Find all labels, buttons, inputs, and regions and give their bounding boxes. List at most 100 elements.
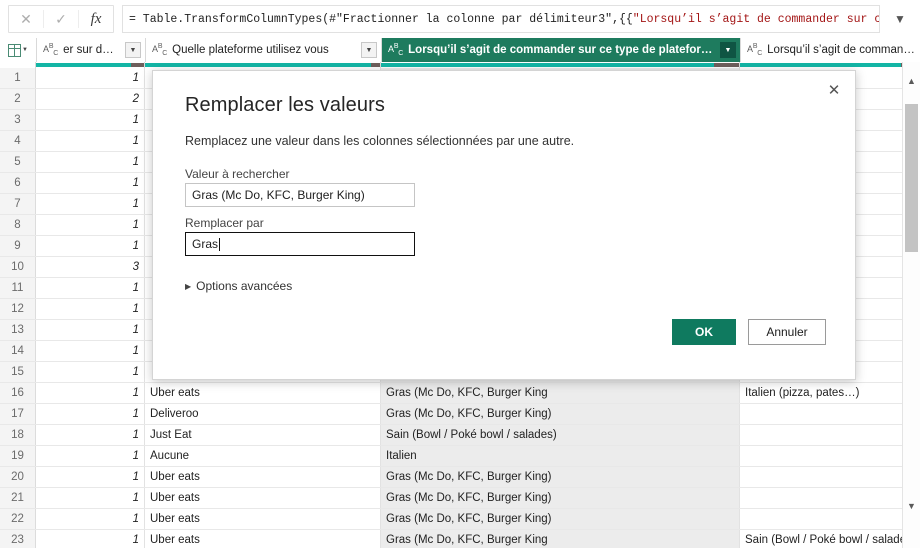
- cell-food-type[interactable]: Gras (Mc Do, KFC, Burger King: [381, 530, 740, 548]
- cell-count[interactable]: 1: [36, 446, 145, 466]
- select-all-table-button[interactable]: ▼: [0, 38, 37, 62]
- row-number: 15: [0, 362, 36, 382]
- table-row[interactable]: 20 1 Uber eats Gras (Mc Do, KFC, Burger Kin…: [0, 467, 903, 488]
- cell-count[interactable]: 1: [36, 215, 145, 235]
- column-header-2[interactable]: ABC Lorsqu’il s’agit de commander sur ce …: [382, 38, 741, 62]
- cell-food-type-2[interactable]: [740, 467, 903, 487]
- cell-platform[interactable]: Uber eats: [145, 383, 381, 403]
- text-type-icon: ABC: [43, 43, 59, 57]
- text-type-icon: ABC: [747, 43, 763, 57]
- cell-count[interactable]: 3: [36, 257, 145, 277]
- row-number: 12: [0, 299, 36, 319]
- cell-food-type[interactable]: Italien: [381, 446, 740, 466]
- dialog-description: Remplacez une valeur dans les colonnes s…: [185, 134, 575, 148]
- cell-count[interactable]: 1: [36, 236, 145, 256]
- table-row[interactable]: 23 1 Uber eats Gras (Mc Do, KFC, Burger Kin…: [0, 530, 903, 548]
- cell-food-type-2[interactable]: [740, 425, 903, 445]
- column-header-0[interactable]: ABC er sur des platef… ▼: [37, 38, 146, 62]
- cell-count[interactable]: 1: [36, 488, 145, 508]
- cell-count[interactable]: 1: [36, 68, 145, 88]
- cell-platform[interactable]: Deliveroo: [145, 404, 381, 424]
- column-header-label: Quelle plateforme utilisez vous: [172, 44, 329, 56]
- text-cursor: [219, 237, 221, 251]
- cell-platform[interactable]: Aucune: [145, 446, 381, 466]
- cell-platform[interactable]: Just Eat: [145, 425, 381, 445]
- formula-input[interactable]: = Table.TransformColumnTypes(#"Fractionn…: [122, 5, 880, 33]
- cell-count[interactable]: 1: [36, 320, 145, 340]
- dialog-title: Remplacer les valeurs: [185, 94, 385, 116]
- cell-food-type[interactable]: Gras (Mc Do, KFC, Burger King): [381, 488, 740, 508]
- cell-count[interactable]: 1: [36, 425, 145, 445]
- table-row[interactable]: 21 1 Uber eats Gras (Mc Do, KFC, Burger Kin…: [0, 488, 903, 509]
- replace-values-dialog: ✕ Remplacer les valeurs Remplacez une va…: [152, 70, 856, 380]
- scrollbar-thumb[interactable]: [905, 104, 918, 252]
- table-row[interactable]: 17 1 Deliveroo Gras (Mc Do, KFC, Burger Kin…: [0, 404, 903, 425]
- cell-food-type[interactable]: Gras (Mc Do, KFC, Burger King): [381, 404, 740, 424]
- row-number: 4: [0, 131, 36, 151]
- cell-count[interactable]: 1: [36, 467, 145, 487]
- table-row[interactable]: 22 1 Uber eats Gras (Mc Do, KFC, Burger Kin…: [0, 509, 903, 530]
- cell-count[interactable]: 2: [36, 89, 145, 109]
- column-header-1[interactable]: ABC Quelle plateforme utilisez vous ▼: [146, 38, 382, 62]
- chevron-down-icon: ▼: [22, 47, 28, 53]
- row-number: 14: [0, 341, 36, 361]
- table-row[interactable]: 16 1 Uber eats Gras (Mc Do, KFC, Burger Kin…: [0, 383, 903, 404]
- cell-food-type-2[interactable]: Italien (pizza, pates…): [740, 383, 903, 403]
- find-value-input[interactable]: Gras (Mc Do, KFC, Burger King): [185, 183, 415, 207]
- quality-error-segment: [713, 63, 739, 67]
- cell-count[interactable]: 1: [36, 362, 145, 382]
- table-row[interactable]: 18 1 Just Eat Sain (Bowl / Poké bowl / sala…: [0, 425, 903, 446]
- row-number: 11: [0, 278, 36, 298]
- cell-food-type[interactable]: Gras (Mc Do, KFC, Burger King: [381, 383, 740, 403]
- cell-count[interactable]: 1: [36, 341, 145, 361]
- cell-count[interactable]: 1: [36, 194, 145, 214]
- cell-platform[interactable]: Uber eats: [145, 530, 381, 548]
- cell-food-type-2[interactable]: Sain (Bowl / Poké bowl / salade: [740, 530, 903, 548]
- cell-count[interactable]: 1: [36, 509, 145, 529]
- column-header-3[interactable]: ABC Lorsqu’il s’agit de commander: [741, 38, 920, 62]
- cancel-x-icon[interactable]: ✕: [9, 6, 43, 32]
- row-number: 13: [0, 320, 36, 340]
- close-icon[interactable]: ✕: [819, 77, 849, 103]
- cell-platform[interactable]: Uber eats: [145, 467, 381, 487]
- cell-food-type[interactable]: Sain (Bowl / Poké bowl / salades): [381, 425, 740, 445]
- cell-count[interactable]: 1: [36, 404, 145, 424]
- cell-platform[interactable]: Uber eats: [145, 509, 381, 529]
- vertical-scrollbar[interactable]: ▲ ▼: [902, 62, 920, 548]
- formula-text: = Table.TransformColumnTypes(#"Fractionn…: [129, 12, 633, 26]
- ok-button[interactable]: OK: [672, 319, 736, 345]
- cell-count[interactable]: 1: [36, 383, 145, 403]
- cell-count[interactable]: 1: [36, 131, 145, 151]
- column-filter-dropdown-icon[interactable]: ▼: [125, 42, 141, 58]
- cell-count[interactable]: 1: [36, 278, 145, 298]
- cell-count[interactable]: 1: [36, 152, 145, 172]
- cancel-button[interactable]: Annuler: [748, 319, 826, 345]
- cell-food-type[interactable]: Gras (Mc Do, KFC, Burger King): [381, 509, 740, 529]
- cell-count[interactable]: 1: [36, 110, 145, 130]
- cell-count[interactable]: 1: [36, 530, 145, 548]
- advanced-options-toggle[interactable]: ▶ Options avancées: [185, 279, 292, 293]
- cell-platform[interactable]: Uber eats: [145, 488, 381, 508]
- quality-valid-segment: [36, 63, 132, 67]
- row-number: 23: [0, 530, 36, 548]
- cell-food-type-2[interactable]: [740, 404, 903, 424]
- column-filter-dropdown-icon[interactable]: ▼: [720, 42, 736, 58]
- table-icon: [8, 43, 22, 57]
- replace-with-input[interactable]: Gras: [185, 232, 415, 256]
- chevron-down-icon[interactable]: ▼: [886, 6, 914, 32]
- cell-count[interactable]: 1: [36, 173, 145, 193]
- cell-food-type[interactable]: Gras (Mc Do, KFC, Burger King): [381, 467, 740, 487]
- chevron-up-icon[interactable]: ▲: [903, 72, 920, 89]
- table-row[interactable]: 19 1 Aucune Italien: [0, 446, 903, 467]
- cell-food-type-2[interactable]: [740, 446, 903, 466]
- cell-food-type-2[interactable]: [740, 488, 903, 508]
- row-number: 6: [0, 173, 36, 193]
- row-number: 5: [0, 152, 36, 172]
- cell-food-type-2[interactable]: [740, 509, 903, 529]
- column-filter-dropdown-icon[interactable]: ▼: [361, 42, 377, 58]
- cell-count[interactable]: 1: [36, 299, 145, 319]
- chevron-down-icon[interactable]: ▼: [903, 497, 920, 514]
- check-icon[interactable]: ✓: [44, 6, 78, 32]
- fx-icon[interactable]: fx: [79, 6, 113, 32]
- row-number: 2: [0, 89, 36, 109]
